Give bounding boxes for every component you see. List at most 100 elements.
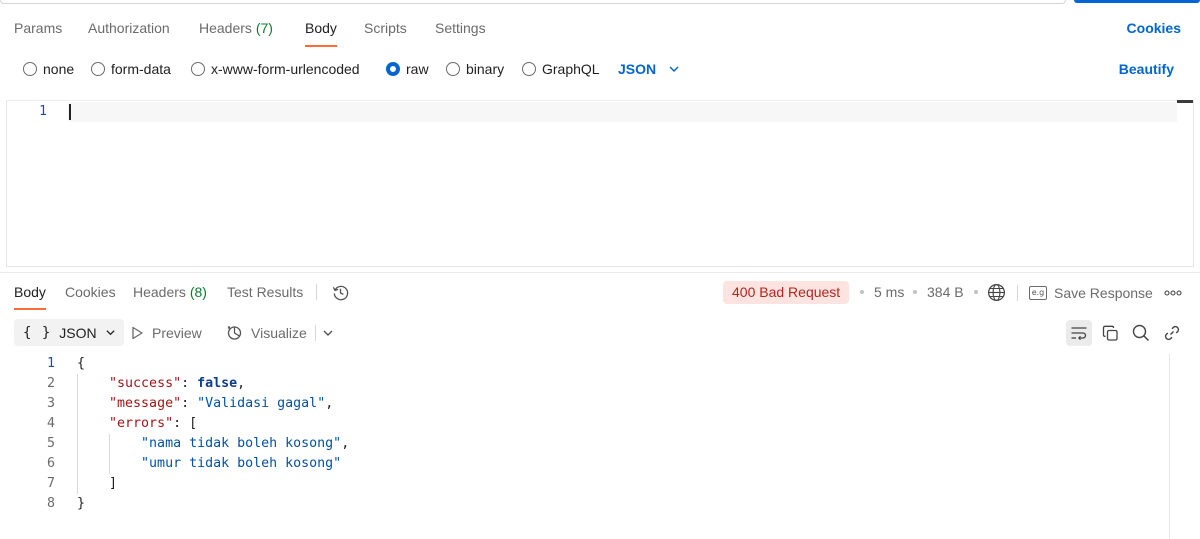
cookies-link[interactable]: Cookies xyxy=(1127,17,1181,39)
tab-body-label: Body xyxy=(305,20,337,36)
resp-headers-count: (8) xyxy=(189,284,207,300)
code-line: 2 "success": false, xyxy=(0,374,1170,394)
copy-button[interactable] xyxy=(1097,320,1123,346)
code-line: 6 "umur tidak boleh kosong" xyxy=(0,454,1170,474)
json-key: "errors" xyxy=(109,416,174,431)
language-select[interactable]: JSON xyxy=(618,58,680,80)
save-response-button[interactable]: e.g Save Response xyxy=(1029,281,1153,304)
code-content: "umur tidak boleh kosong" xyxy=(77,454,341,474)
copy-icon xyxy=(1102,325,1118,341)
tab-scripts[interactable]: Scripts xyxy=(364,17,407,47)
tab-headers-label: Headers xyxy=(199,20,252,36)
resp-tab-test-results[interactable]: Test Results xyxy=(227,281,303,310)
language-select-label: JSON xyxy=(618,61,657,77)
resp-tab-headers[interactable]: Headers (8) xyxy=(133,281,207,310)
resp-tab-cookies-label: Cookies xyxy=(65,284,116,300)
code-line: 1 { xyxy=(0,354,1170,374)
tab-params-label: Params xyxy=(14,20,63,36)
tab-scripts-label: Scripts xyxy=(364,20,407,36)
format-select[interactable]: { } JSON xyxy=(14,319,124,346)
search-icon xyxy=(1132,324,1150,342)
resp-tab-test-results-label: Test Results xyxy=(227,284,304,300)
divider xyxy=(315,325,316,341)
history-icon[interactable] xyxy=(331,283,350,302)
editor-scrollbar[interactable] xyxy=(1177,100,1193,103)
separator-dot xyxy=(913,290,917,294)
code-content: "success": false, xyxy=(109,376,246,391)
response-size[interactable]: 384 B xyxy=(927,281,964,304)
response-time[interactable]: 5 ms xyxy=(874,281,904,304)
body-type-options: none form-data x-www-form-urlencoded raw… xyxy=(0,58,1200,80)
separator-dot xyxy=(974,290,978,294)
request-tabs: Params Authorization Headers (7) Body Sc… xyxy=(0,17,1200,47)
tab-headers[interactable]: Headers (7) xyxy=(199,17,273,47)
radio-binary[interactable]: binary xyxy=(446,58,504,80)
radio-urlencoded-label: x-www-form-urlencoded xyxy=(211,61,360,77)
text-cursor xyxy=(69,104,71,120)
search-button[interactable] xyxy=(1128,320,1154,346)
radio-form-data-circle xyxy=(91,62,105,76)
url-bar-edge[interactable] xyxy=(0,0,1066,4)
radio-urlencoded[interactable]: x-www-form-urlencoded xyxy=(191,58,360,80)
chevron-down-icon xyxy=(669,66,679,72)
editor-line-number: 1 xyxy=(39,104,47,119)
chevron-down-icon[interactable] xyxy=(322,327,334,339)
json-value: "nama tidak boleh kosong" xyxy=(141,436,342,451)
resp-tab-body[interactable]: Body xyxy=(14,281,46,310)
code-content: "message": "Validasi gagal", xyxy=(109,396,334,411)
response-scrollbar[interactable] xyxy=(1169,354,1170,539)
visualize-button[interactable]: Visualize xyxy=(226,319,307,346)
visualize-label: Visualize xyxy=(251,324,307,341)
code-content: { xyxy=(77,354,85,374)
radio-none-label: none xyxy=(43,61,75,77)
play-icon xyxy=(132,326,143,339)
resp-tab-body-label: Body xyxy=(14,284,46,300)
resp-tab-cookies[interactable]: Cookies xyxy=(65,281,116,310)
link-icon xyxy=(1164,325,1180,341)
line-number: 5 xyxy=(46,436,55,451)
pane-divider[interactable] xyxy=(0,272,1200,273)
line-number: 8 xyxy=(46,496,55,511)
code-content: ] xyxy=(77,474,117,494)
line-number: 3 xyxy=(46,396,55,411)
resp-tab-headers-label: Headers xyxy=(133,284,186,300)
more-options-icon[interactable] xyxy=(1164,290,1182,296)
radio-graphql[interactable]: GraphQL xyxy=(522,58,600,80)
response-body-viewer[interactable]: 1 { 2 "success": false, 3 "message": "Va… xyxy=(0,354,1170,524)
tab-authorization[interactable]: Authorization xyxy=(88,17,170,47)
radio-raw-label: raw xyxy=(406,61,429,77)
radio-raw[interactable]: raw xyxy=(386,58,429,80)
json-value: false xyxy=(197,376,238,391)
close-brace: } xyxy=(77,496,86,511)
radio-form-data[interactable]: form-data xyxy=(91,58,171,80)
preview-button[interactable]: Preview xyxy=(131,319,202,346)
radio-binary-circle xyxy=(446,62,460,76)
link-button[interactable] xyxy=(1159,320,1185,346)
wrap-lines-button[interactable] xyxy=(1066,320,1092,346)
line-number: 4 xyxy=(46,416,55,431)
json-value: "Validasi gagal" xyxy=(197,396,326,411)
beautify-button[interactable]: Beautify xyxy=(1119,58,1174,80)
tab-settings[interactable]: Settings xyxy=(435,17,486,47)
tab-body[interactable]: Body xyxy=(305,17,337,47)
headers-count: (7) xyxy=(255,20,273,36)
json-key: "success" xyxy=(109,376,182,391)
radio-binary-label: binary xyxy=(466,61,505,77)
tab-params[interactable]: Params xyxy=(14,17,62,47)
radio-raw-circle xyxy=(386,62,400,76)
status-badge[interactable]: 400 Bad Request xyxy=(723,281,850,304)
response-tabs: Body Cookies Headers (8) Test Results 40… xyxy=(0,281,1200,311)
code-line: 5 "nama tidak boleh kosong", xyxy=(0,434,1170,454)
line-number: 2 xyxy=(46,376,55,391)
radio-none[interactable]: none xyxy=(23,58,74,80)
line-number: 6 xyxy=(46,456,55,471)
code-line: 7 ] xyxy=(0,474,1170,494)
line-number: 1 xyxy=(46,356,55,371)
send-button-edge[interactable] xyxy=(1074,0,1200,3)
tab-settings-label: Settings xyxy=(435,20,486,36)
request-body-editor[interactable]: 1 xyxy=(6,100,1194,267)
radio-graphql-circle xyxy=(522,62,536,76)
code-content: } xyxy=(77,494,85,514)
example-icon: e.g xyxy=(1029,285,1047,300)
globe-icon[interactable] xyxy=(987,283,1006,302)
